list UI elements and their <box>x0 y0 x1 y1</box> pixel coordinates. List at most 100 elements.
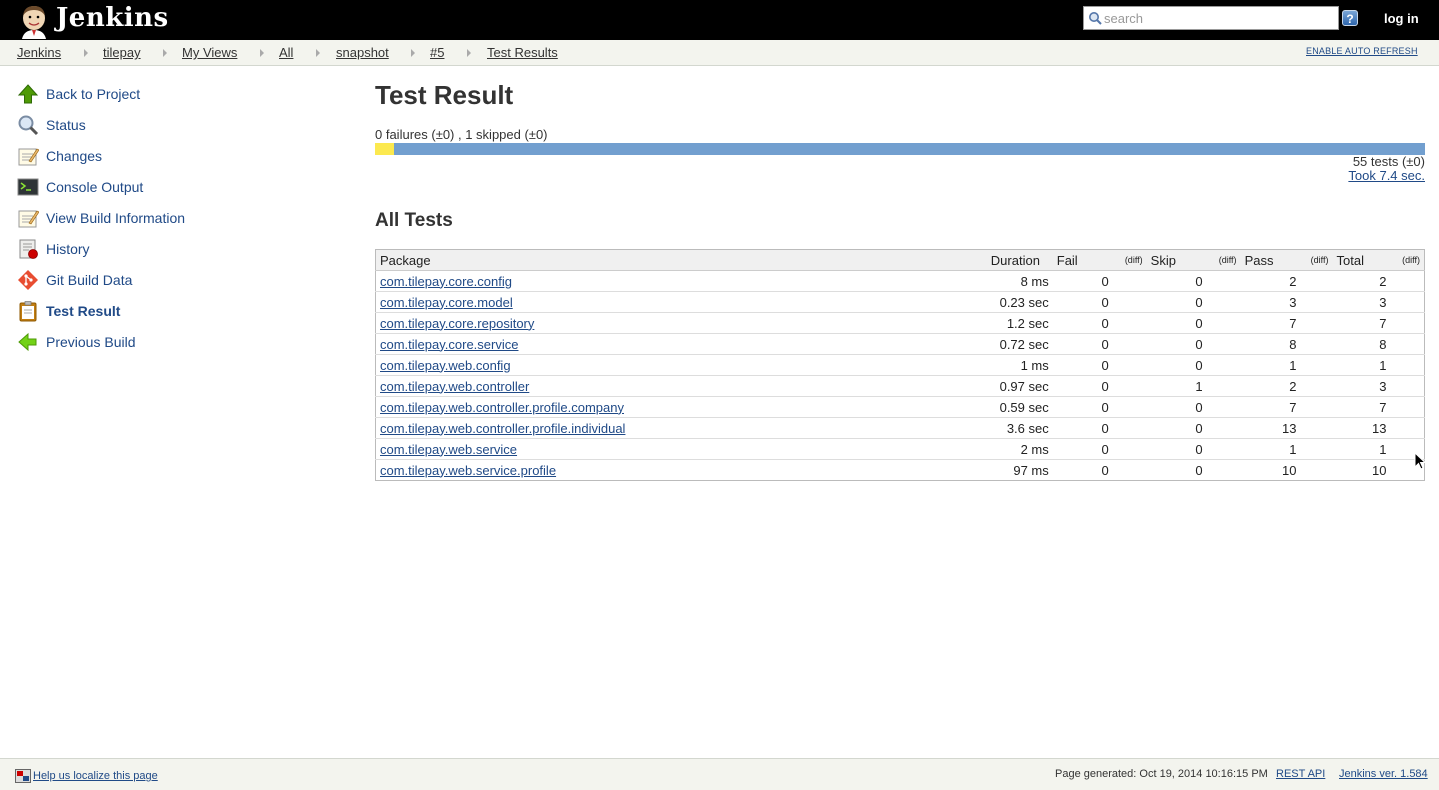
task-view-build-information[interactable]: View Build Information <box>17 207 317 229</box>
pass-diff-cell <box>1300 396 1333 418</box>
breadcrumb-build-5[interactable]: #5 <box>430 45 444 60</box>
package-cell[interactable]: com.tilepay.core.service <box>375 333 987 355</box>
package-link[interactable]: com.tilepay.web.controller.profile.indiv… <box>380 421 625 436</box>
breadcrumb-separator-icon[interactable] <box>163 49 167 57</box>
breadcrumb-separator-icon[interactable] <box>316 49 320 57</box>
breadcrumb-separator-icon[interactable] <box>260 49 264 57</box>
notepad-icon <box>18 210 39 228</box>
package-link[interactable]: com.tilepay.web.controller.profile.compa… <box>380 400 624 415</box>
task-label[interactable]: Changes <box>46 148 102 164</box>
fail-diff-cell <box>1112 312 1147 334</box>
total-diff-cell <box>1390 417 1425 439</box>
package-cell[interactable]: com.tilepay.web.service <box>375 438 987 460</box>
task-console-output[interactable]: Console Output <box>17 176 317 198</box>
package-cell[interactable]: com.tilepay.web.controller.profile.compa… <box>375 396 987 418</box>
search-input[interactable] <box>1104 9 1334 27</box>
skip-diff-cell <box>1206 270 1241 292</box>
package-link[interactable]: com.tilepay.core.service <box>380 337 518 352</box>
login-link[interactable]: log in <box>1384 11 1419 26</box>
fail-cell: 0 <box>1052 354 1113 376</box>
notepad-icon <box>18 148 39 166</box>
breadcrumb-jenkins[interactable]: Jenkins <box>17 45 61 60</box>
task-status[interactable]: Status <box>17 114 317 136</box>
package-link[interactable]: com.tilepay.core.config <box>380 274 512 289</box>
column-fail[interactable]: Fail <box>1052 249 1113 271</box>
column-total-diff[interactable]: (diff) <box>1390 249 1425 271</box>
breadcrumb-all[interactable]: All <box>279 45 293 60</box>
table-row: com.tilepay.core.config 8 ms 0 0 2 2 <box>375 270 1425 292</box>
skip-cell: 0 <box>1146 312 1207 334</box>
task-label[interactable]: Console Output <box>46 179 143 195</box>
breadcrumb-snapshot[interactable]: snapshot <box>336 45 389 60</box>
package-link[interactable]: com.tilepay.web.config <box>380 358 511 373</box>
package-link[interactable]: com.tilepay.web.service.profile <box>380 463 556 478</box>
total-diff-cell <box>1390 354 1425 376</box>
breadcrumb-separator-icon[interactable] <box>84 49 88 57</box>
package-cell[interactable]: com.tilepay.web.config <box>375 354 987 376</box>
task-label[interactable]: Back to Project <box>46 86 140 102</box>
task-label[interactable]: Previous Build <box>46 334 136 350</box>
skip-diff-cell <box>1206 291 1241 313</box>
column-pass-diff[interactable]: (diff) <box>1300 249 1333 271</box>
task-label[interactable]: Git Build Data <box>46 272 132 288</box>
task-git-build-data[interactable]: Git Build Data <box>17 269 317 291</box>
task-label[interactable]: View Build Information <box>46 210 185 226</box>
package-link[interactable]: com.tilepay.web.controller <box>380 379 529 394</box>
task-history[interactable]: History <box>17 238 317 260</box>
task-previous-build[interactable]: Previous Build <box>17 331 317 353</box>
task-label[interactable]: History <box>46 241 90 257</box>
column-fail-diff[interactable]: (diff) <box>1112 249 1147 271</box>
task-label[interactable]: Test Result <box>46 303 120 319</box>
package-cell[interactable]: com.tilepay.core.model <box>375 291 987 313</box>
jenkins-brand[interactable]: Jenkins <box>56 3 169 33</box>
task-test-result[interactable]: Test Result <box>17 300 317 322</box>
column-duration[interactable]: Duration <box>986 249 1053 271</box>
column-total[interactable]: Total <box>1332 249 1391 271</box>
package-cell[interactable]: com.tilepay.web.service.profile <box>376 460 987 481</box>
package-link[interactable]: com.tilepay.core.repository <box>380 316 534 331</box>
package-cell[interactable]: com.tilepay.core.config <box>375 270 987 292</box>
task-label[interactable]: Status <box>46 117 86 133</box>
package-cell[interactable]: com.tilepay.web.controller.profile.indiv… <box>375 417 987 439</box>
duration-cell: 97 ms <box>1013 462 1049 478</box>
task-changes[interactable]: Changes <box>17 145 317 167</box>
fail-diff-cell <box>1112 333 1147 355</box>
rest-api-link[interactable]: REST API <box>1276 768 1325 780</box>
jenkins-logo-icon[interactable] <box>16 3 52 39</box>
table-row: com.tilepay.web.config 1 ms 0 0 1 1 <box>375 354 1425 376</box>
column-skip[interactable]: Skip <box>1146 249 1207 271</box>
breadcrumb-my-views[interactable]: My Views <box>182 45 237 60</box>
total-cell: 13 <box>1332 417 1391 439</box>
column-package[interactable]: Package <box>375 249 987 271</box>
column-skip-diff[interactable]: (diff) <box>1206 249 1241 271</box>
total-diff-cell <box>1390 396 1425 418</box>
test-results-table: Package Duration Fail (diff) Skip (diff)… <box>375 249 1425 481</box>
task-back-to-project[interactable]: Back to Project <box>17 83 317 105</box>
package-link[interactable]: com.tilepay.web.service <box>380 442 517 457</box>
localize-icon <box>15 769 31 783</box>
search-box <box>1083 6 1339 30</box>
breadcrumb-tilepay[interactable]: tilepay <box>103 45 141 60</box>
skip-cell: 0 <box>1146 417 1207 439</box>
skip-cell: 1 <box>1146 375 1207 397</box>
help-icon[interactable]: ? <box>1342 10 1358 26</box>
jenkins-version-link[interactable]: Jenkins ver. 1.584 <box>1339 768 1428 780</box>
breadcrumb-separator-icon[interactable] <box>411 49 415 57</box>
package-link[interactable]: com.tilepay.core.model <box>380 295 513 310</box>
all-tests-heading: All Tests <box>375 210 453 231</box>
table-row: com.tilepay.web.controller.profile.compa… <box>375 396 1425 418</box>
breadcrumb-separator-icon[interactable] <box>467 49 471 57</box>
package-cell[interactable]: com.tilepay.core.repository <box>375 312 987 334</box>
enable-auto-refresh-link[interactable]: ENABLE AUTO REFRESH <box>1306 46 1418 56</box>
duration-cell: 1.2 sec <box>986 312 1053 334</box>
skip-diff-cell <box>1206 354 1241 376</box>
localize-link[interactable]: Help us localize this page <box>33 770 158 782</box>
column-pass[interactable]: Pass <box>1240 249 1301 271</box>
breadcrumb-test-results[interactable]: Test Results <box>487 45 558 60</box>
took-link[interactable]: Took 7.4 sec. <box>1348 168 1425 183</box>
search-icon <box>1089 12 1102 25</box>
pass-cell: 2 <box>1240 375 1301 397</box>
fail-cell: 0 <box>1052 438 1113 460</box>
page-title: Test Result <box>375 80 514 110</box>
package-cell[interactable]: com.tilepay.web.controller <box>375 375 987 397</box>
